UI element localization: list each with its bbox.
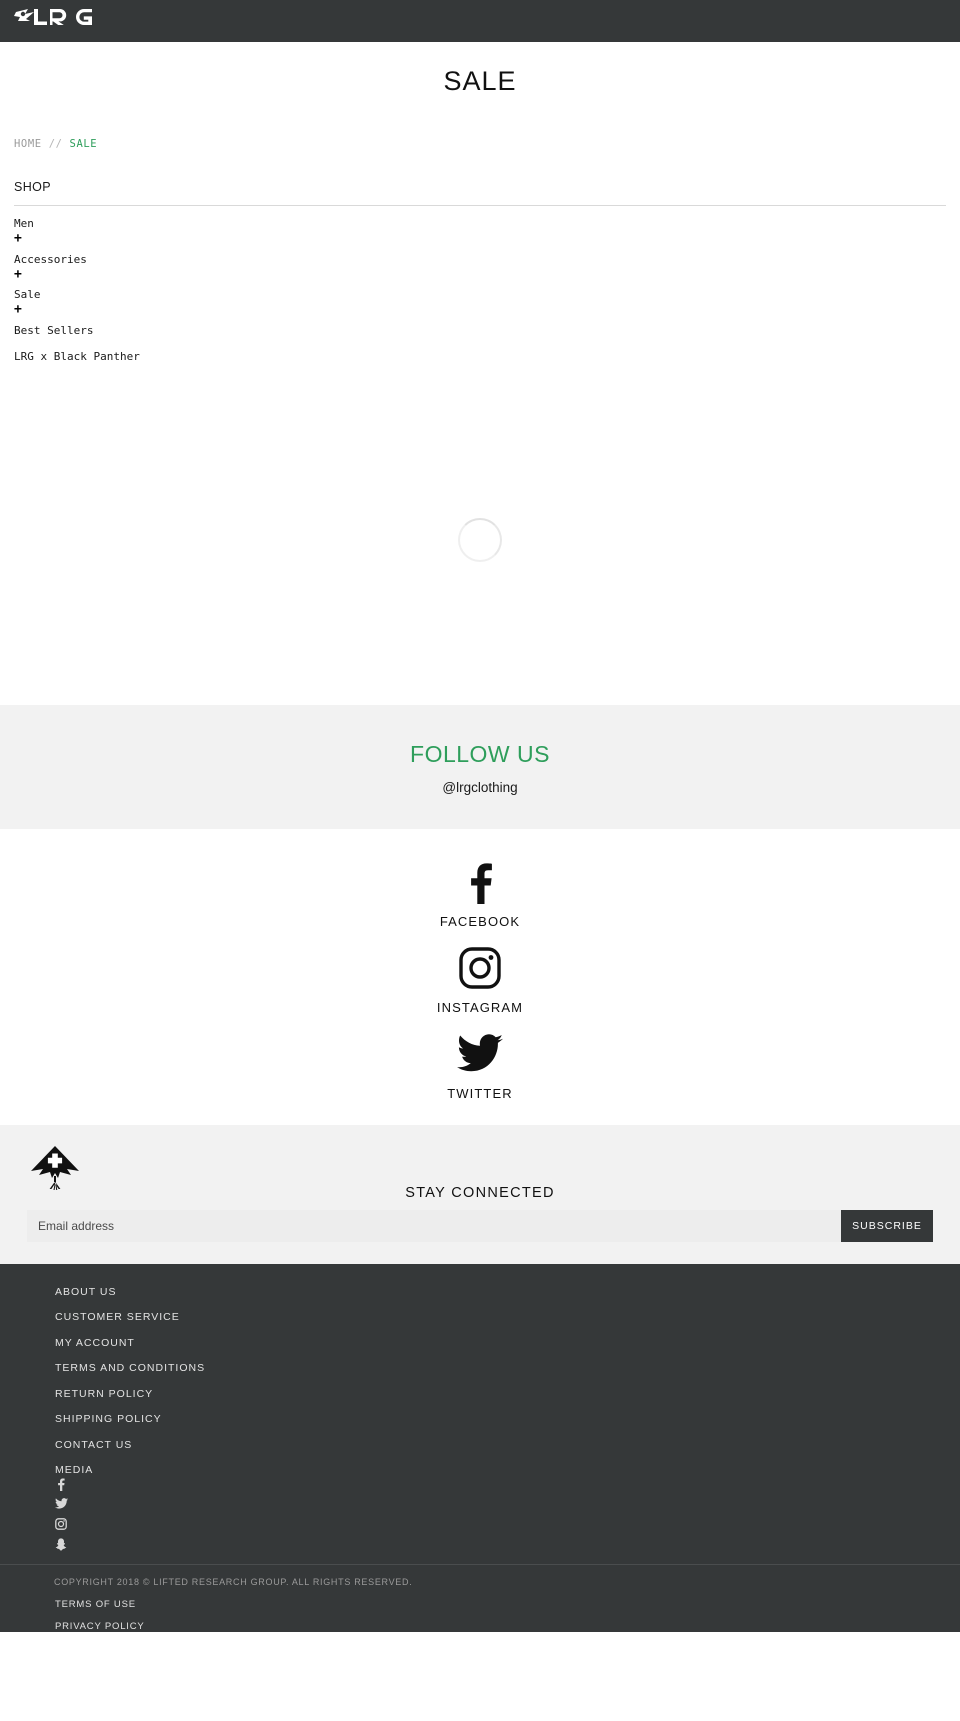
social-link-label: TWITTER bbox=[447, 1085, 513, 1101]
snapchat-icon[interactable] bbox=[55, 1538, 69, 1552]
footer-link-terms-of-use[interactable]: TERMS OF USE bbox=[55, 1599, 960, 1610]
shop-nav-item-label: Sale bbox=[14, 288, 41, 302]
facebook-icon[interactable] bbox=[55, 1478, 69, 1492]
breadcrumb-home-link[interactable]: HOME bbox=[14, 138, 42, 150]
footer-link-shipping-policy[interactable]: SHIPPING POLICY bbox=[55, 1413, 960, 1425]
expand-plus-icon[interactable]: + bbox=[14, 267, 946, 282]
shop-divider bbox=[14, 205, 946, 206]
shop-navigation: SHOP Men + Accessories + Sale + Best Sel… bbox=[14, 180, 946, 365]
shop-nav-item-men[interactable]: Men + bbox=[14, 216, 946, 246]
site-header bbox=[0, 0, 960, 42]
social-link-facebook[interactable]: FACEBOOK bbox=[0, 859, 960, 929]
social-links-section: FACEBOOK INSTAGRAM TWITTER bbox=[0, 829, 960, 1125]
shop-nav-item-label: Accessories bbox=[14, 252, 87, 266]
social-link-label: INSTAGRAM bbox=[436, 999, 524, 1015]
page-title: SALE bbox=[443, 65, 517, 96]
footer-link-contact-us[interactable]: CONTACT US bbox=[55, 1439, 960, 1451]
expand-plus-icon[interactable]: + bbox=[14, 303, 946, 317]
newsletter-subscribe-button[interactable]: SUBSCRIBE bbox=[841, 1209, 933, 1242]
footer-link-media[interactable]: MEDIA bbox=[55, 1464, 960, 1476]
product-grid-loading-area bbox=[0, 375, 960, 705]
lrg-logo-icon[interactable] bbox=[14, 8, 96, 34]
footer-link-my-account[interactable]: MY ACCOUNT bbox=[55, 1337, 960, 1349]
follow-us-title: FOLLOW US bbox=[410, 740, 550, 767]
shop-nav-item-accessories[interactable]: Accessories + bbox=[14, 252, 946, 282]
shop-nav-item-sale[interactable]: Sale + bbox=[14, 287, 946, 317]
footer-bottom-bar: COPYRIGHT 2018 © LIFTED RESEARCH GROUP. … bbox=[0, 1564, 960, 1632]
twitter-icon[interactable] bbox=[0, 1031, 960, 1077]
social-link-instagram[interactable]: INSTAGRAM bbox=[0, 945, 960, 1015]
shop-nav-item-label: LRG x Black Panther bbox=[14, 349, 140, 363]
shop-nav-item-best-sellers[interactable]: Best Sellers bbox=[14, 323, 946, 339]
footer-link-customer-service[interactable]: CUSTOMER SERVICE bbox=[55, 1311, 960, 1323]
newsletter-email-input[interactable] bbox=[27, 1209, 841, 1242]
expand-plus-icon[interactable]: + bbox=[14, 232, 946, 246]
shop-nav-list: Men + Accessories + Sale + Best Sellers … bbox=[14, 216, 946, 365]
facebook-icon[interactable] bbox=[0, 859, 960, 905]
social-link-twitter[interactable]: TWITTER bbox=[0, 1031, 960, 1101]
footer-link-terms-and-conditions[interactable]: TERMS AND CONDITIONS bbox=[55, 1362, 960, 1374]
page-title-section: SALE bbox=[0, 42, 960, 120]
shop-heading: SHOP bbox=[14, 180, 52, 194]
twitter-icon[interactable] bbox=[55, 1498, 69, 1512]
breadcrumb-current: SALE bbox=[69, 138, 98, 150]
footer-link-privacy-policy[interactable]: PRIVACY POLICY bbox=[55, 1621, 960, 1632]
newsletter-section: STAY CONNECTED SUBSCRIBE bbox=[0, 1124, 960, 1264]
copyright-text: COPYRIGHT 2018 © LIFTED RESEARCH GROUP. … bbox=[54, 1577, 413, 1588]
newsletter-title: STAY CONNECTED bbox=[405, 1184, 555, 1201]
shop-nav-item-label: Best Sellers bbox=[14, 323, 94, 337]
lrg-tree-logo-icon bbox=[27, 1145, 83, 1191]
newsletter-form: SUBSCRIBE bbox=[27, 1209, 933, 1242]
instagram-icon[interactable] bbox=[0, 945, 960, 991]
breadcrumb: HOME // SALE bbox=[0, 120, 960, 150]
footer-social-list bbox=[0, 1478, 960, 1552]
footer-link-return-policy[interactable]: RETURN POLICY bbox=[55, 1388, 960, 1400]
follow-us-handle: @lrgclothing bbox=[442, 779, 518, 795]
shop-nav-item-label: Men bbox=[14, 217, 34, 230]
follow-us-section: FOLLOW US @lrgclothing bbox=[0, 704, 960, 829]
breadcrumb-separator: // bbox=[48, 138, 63, 150]
footer-link-about-us[interactable]: ABOUT US bbox=[55, 1286, 960, 1298]
site-footer: ABOUT US CUSTOMER SERVICE MY ACCOUNT TER… bbox=[0, 1263, 960, 1633]
shop-nav-item-lrg-x-black-panther[interactable]: LRG x Black Panther bbox=[14, 349, 946, 365]
loading-spinner-icon bbox=[458, 517, 502, 562]
instagram-icon[interactable] bbox=[55, 1518, 69, 1532]
social-link-label: FACEBOOK bbox=[439, 913, 521, 929]
footer-link-list: ABOUT US CUSTOMER SERVICE MY ACCOUNT TER… bbox=[0, 1286, 960, 1477]
